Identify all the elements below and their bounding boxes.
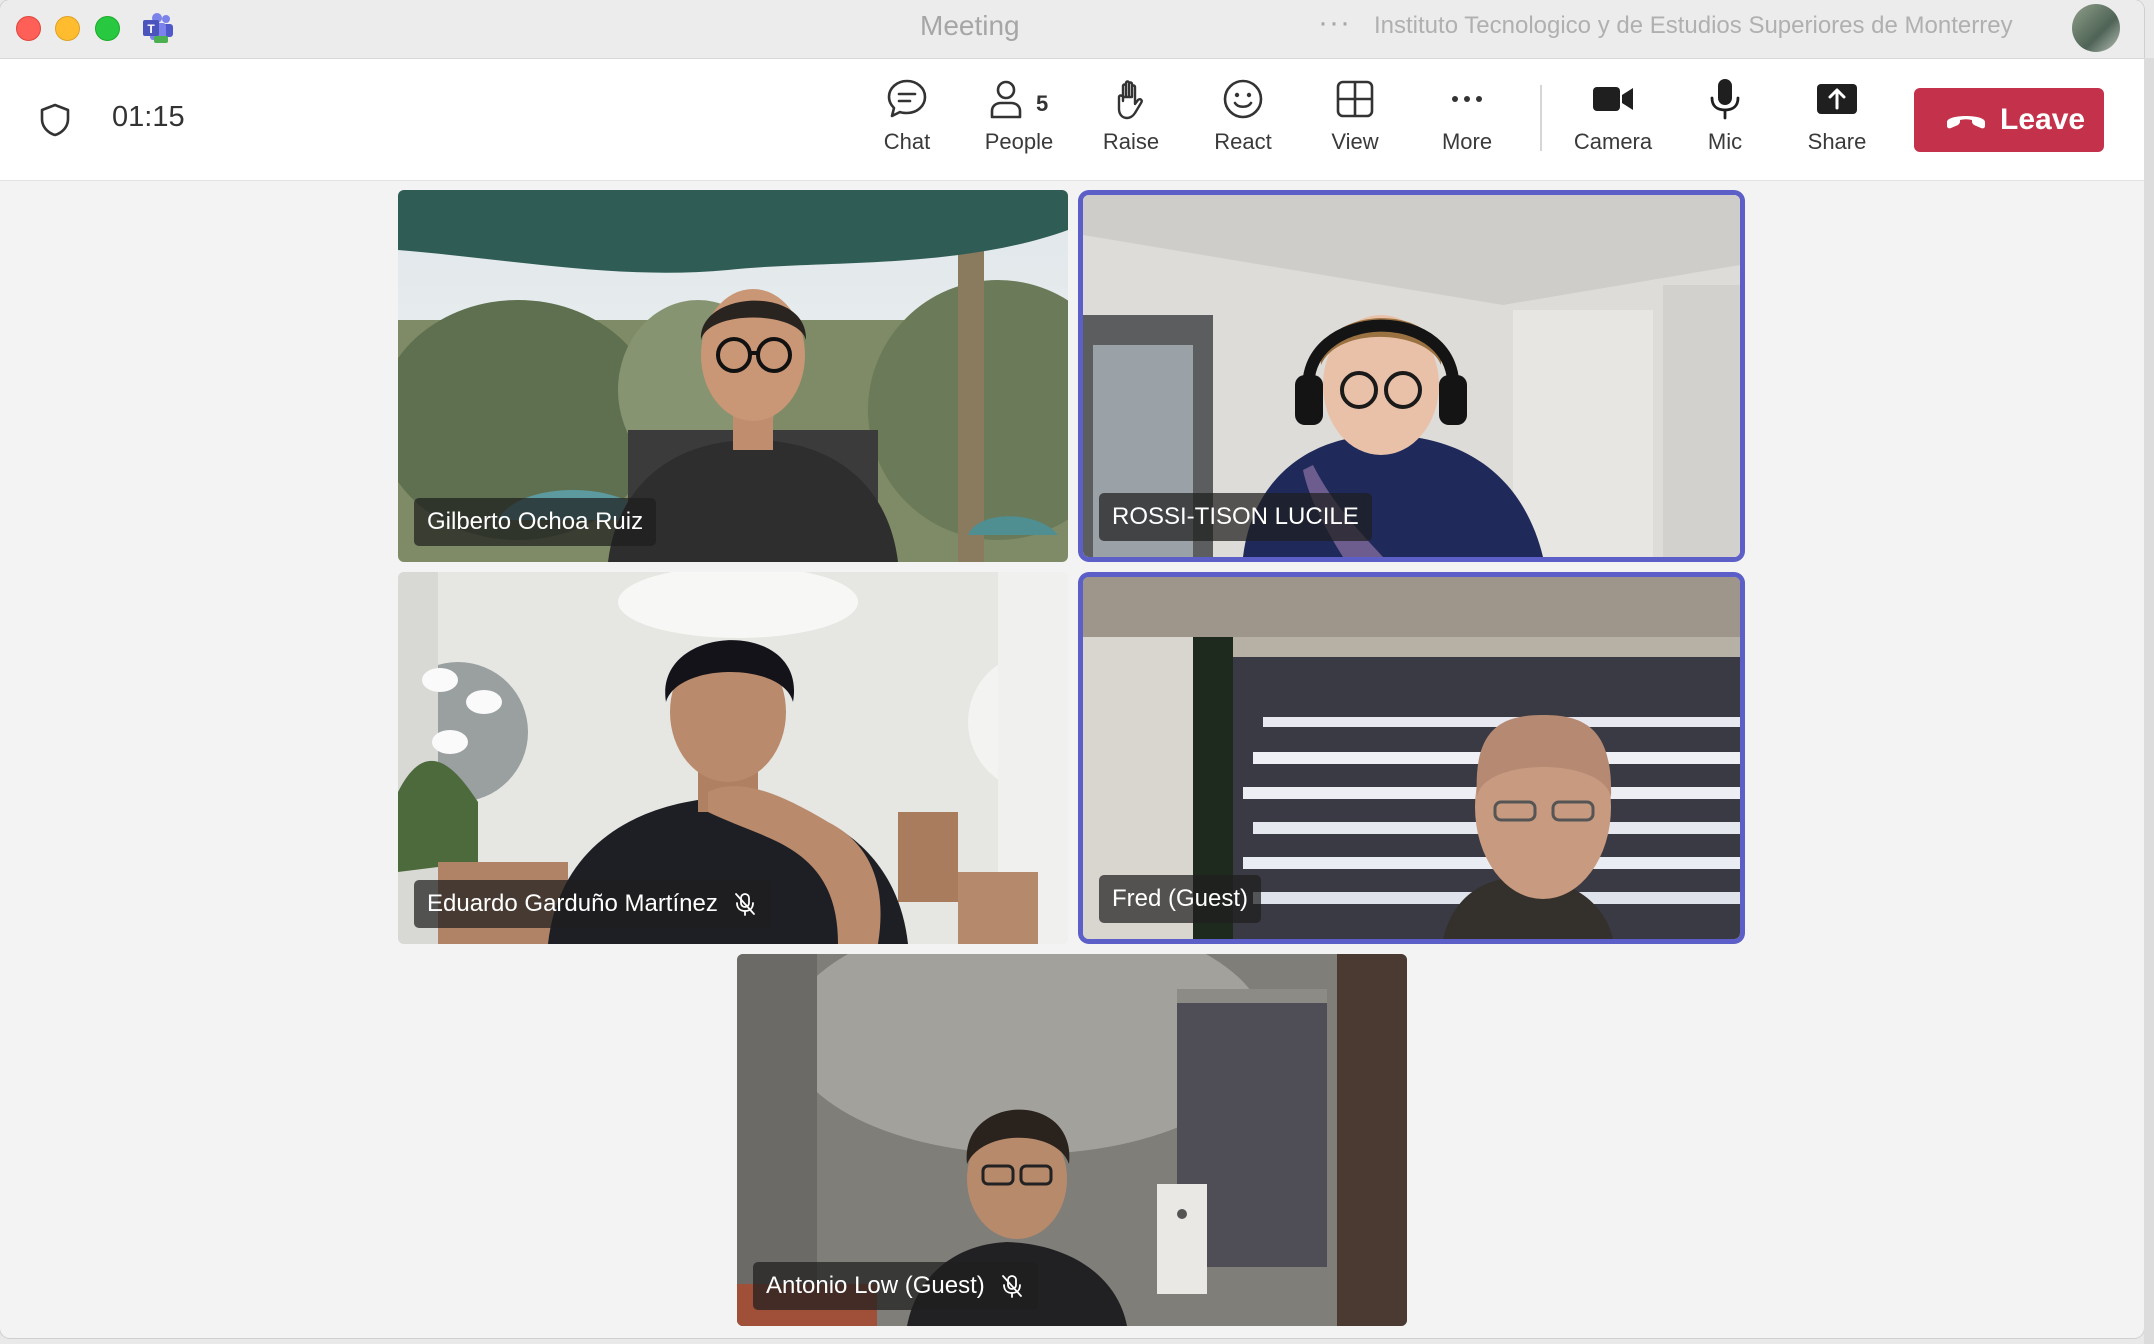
close-window-button[interactable] xyxy=(16,16,41,41)
people-label: People xyxy=(984,129,1054,154)
more-button[interactable]: More xyxy=(1412,77,1522,172)
window-title: Meeting xyxy=(920,10,1020,41)
teams-logo-icon: T xyxy=(143,13,173,43)
account-avatar[interactable] xyxy=(2072,4,2120,52)
raise-hand-button[interactable]: Raise xyxy=(1076,77,1186,172)
smiley-icon xyxy=(1223,79,1263,119)
leave-button[interactable]: Leave xyxy=(1914,88,2104,152)
organization-name: Instituto Tecnologico y de Estudios Supe… xyxy=(1374,12,2013,39)
participant-name: ROSSI-TISON LUCILE xyxy=(1112,503,1359,530)
participant-name: Gilberto Ochoa Ruiz xyxy=(427,508,644,535)
chat-icon xyxy=(887,79,927,118)
camera-label: Camera xyxy=(1573,129,1653,154)
minimize-window-button[interactable] xyxy=(55,16,80,41)
participant-name: Eduardo Garduño Martínez xyxy=(427,890,718,917)
participant-name: Antonio Low (Guest) xyxy=(766,1272,985,1299)
camera-button[interactable]: Camera xyxy=(1558,77,1668,172)
toolbar-divider xyxy=(1540,85,1542,151)
video-gallery: Gilberto Ochoa Ruiz ROSSI-TISON LUCILE E… xyxy=(0,180,2144,1338)
react-label: React xyxy=(1214,129,1272,154)
participant-name-chip: Antonio Low (Guest) xyxy=(753,1262,1038,1310)
more-icon xyxy=(1452,96,1482,102)
chat-button[interactable]: Chat xyxy=(852,77,962,172)
participant-name-chip: ROSSI-TISON LUCILE xyxy=(1099,493,1372,541)
share-label: Share xyxy=(1807,129,1867,154)
zoom-window-button[interactable] xyxy=(95,16,120,41)
window-more-button[interactable]: ··· xyxy=(1318,6,1351,40)
background-window-edge xyxy=(2144,58,2154,1344)
camera-icon xyxy=(1593,87,1633,111)
people-button[interactable]: 5 People xyxy=(964,77,1074,172)
participant-name-chip: Eduardo Garduño Martínez xyxy=(414,880,771,928)
participant-name-chip: Gilberto Ochoa Ruiz xyxy=(414,498,657,546)
title-bar: T Meeting ··· Instituto Tecnologico y de… xyxy=(0,0,2144,59)
people-icon xyxy=(990,80,1022,119)
meeting-timer: 01:15 xyxy=(112,101,185,133)
participant-tile[interactable]: Eduardo Garduño Martínez xyxy=(398,572,1068,944)
leave-label: Leave xyxy=(2000,103,2086,136)
share-button[interactable]: Share xyxy=(1782,77,1892,172)
raise-hand-icon xyxy=(1117,80,1143,120)
raise-label: Raise xyxy=(1102,129,1160,154)
chat-label: Chat xyxy=(883,129,931,154)
hang-up-icon xyxy=(1947,116,1985,129)
participant-name: Fred (Guest) xyxy=(1112,885,1249,912)
mic-off-icon xyxy=(1001,1275,1022,1298)
share-icon xyxy=(1817,84,1857,114)
view-label: View xyxy=(1331,129,1379,154)
mic-off-icon xyxy=(734,893,755,916)
meeting-window: T Meeting ··· Instituto Tecnologico y de… xyxy=(0,0,2144,1338)
grid-view-icon xyxy=(1336,80,1374,118)
participant-tile[interactable]: Gilberto Ochoa Ruiz xyxy=(398,190,1068,562)
participant-tile[interactable]: Fred (Guest) xyxy=(1083,577,1740,939)
participant-tile[interactable]: ROSSI-TISON LUCILE xyxy=(1083,195,1740,557)
participant-tile[interactable]: Antonio Low (Guest) xyxy=(737,954,1407,1326)
mic-button[interactable]: Mic xyxy=(1670,77,1780,172)
microphone-icon xyxy=(1710,79,1740,120)
more-label: More xyxy=(1441,129,1493,154)
mic-label: Mic xyxy=(1707,129,1743,154)
svg-text:T: T xyxy=(147,22,155,36)
view-button[interactable]: View xyxy=(1300,77,1410,172)
meeting-toolbar: 01:15 Chat 5 People Raise React View Mor… xyxy=(0,59,2144,181)
shield-icon[interactable] xyxy=(38,102,72,138)
participant-name-chip: Fred (Guest) xyxy=(1099,875,1262,923)
react-button[interactable]: React xyxy=(1188,77,1298,172)
people-count-badge: 5 xyxy=(1036,91,1049,116)
